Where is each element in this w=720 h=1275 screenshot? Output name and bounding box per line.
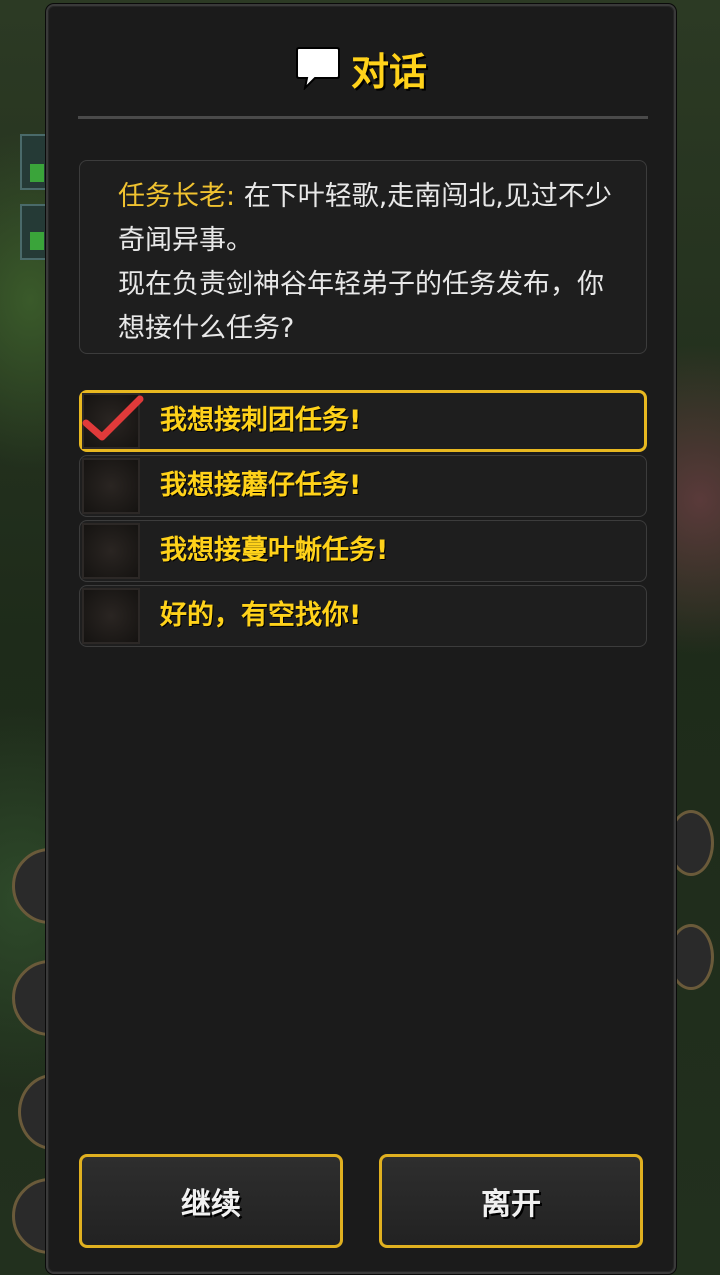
dialog-header: 对话 bbox=[48, 36, 674, 100]
checkmark-icon bbox=[82, 395, 144, 441]
npc-speech-box: 任务长老: 在下叶轻歌,走南闯北,见过不少奇闻异事。 现在负责剑神谷年轻弟子的任… bbox=[79, 160, 647, 354]
option-label: 我想接蘑仔任务! bbox=[160, 470, 362, 501]
option-label: 好的，有空找你! bbox=[160, 600, 362, 631]
option-label: 我想接刺团任务! bbox=[160, 405, 362, 436]
dialog-option[interactable]: 好的，有空找你! bbox=[79, 585, 647, 647]
continue-button[interactable]: 继续 bbox=[79, 1154, 343, 1248]
bg-hp-bar bbox=[30, 164, 44, 182]
npc-text: 现在负责剑神谷年轻弟子的任务发布，你想接什么任务? bbox=[118, 269, 604, 344]
leave-button[interactable]: 离开 bbox=[379, 1154, 643, 1248]
npc-name: 任务长老: bbox=[118, 181, 236, 212]
title-divider bbox=[78, 116, 648, 119]
dialog-option[interactable]: 我想接蘑仔任务! bbox=[79, 455, 647, 517]
option-checkbox[interactable] bbox=[82, 523, 140, 579]
dialog-option[interactable]: 我想接蔓叶蜥任务! bbox=[79, 520, 647, 582]
option-list: 我想接刺团任务! 我想接蘑仔任务! 我想接蔓叶蜥任务! 好的，有空找你! bbox=[79, 390, 647, 650]
bg-hp-bar bbox=[30, 232, 44, 250]
dialog-panel: 对话 任务长老: 在下叶轻歌,走南闯北,见过不少奇闻异事。 现在负责剑神谷年轻弟… bbox=[46, 4, 676, 1274]
option-label: 我想接蔓叶蜥任务! bbox=[160, 535, 389, 566]
option-checkbox[interactable] bbox=[82, 393, 144, 449]
option-checkbox[interactable] bbox=[82, 588, 140, 644]
speech-bubble-icon bbox=[295, 47, 340, 90]
option-checkbox[interactable] bbox=[82, 458, 140, 514]
dialog-title: 对话 bbox=[350, 49, 427, 94]
dialog-option[interactable]: 我想接刺团任务! bbox=[79, 390, 647, 452]
